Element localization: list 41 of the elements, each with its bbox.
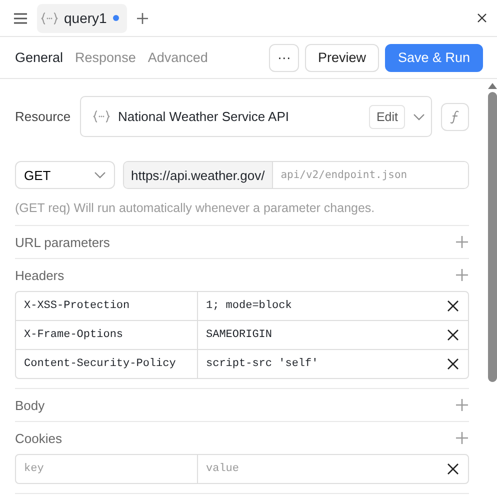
key-cell[interactable]: X-Frame-Options xyxy=(16,321,197,349)
section-tab[interactable]: General xyxy=(15,50,64,65)
remove-icon[interactable] xyxy=(446,462,460,476)
add-icon[interactable] xyxy=(455,235,469,249)
tab-label: query1 xyxy=(64,10,107,26)
chevron-icon xyxy=(94,171,106,179)
save-run-button[interactable]: Save & Run xyxy=(384,44,483,72)
scroll-up-icon[interactable] xyxy=(488,83,496,89)
function-icon xyxy=(450,110,460,124)
remove-icon[interactable] xyxy=(446,299,460,313)
key-cell[interactable]: Content-Security-Policy xyxy=(16,350,197,378)
section-title: Cookies xyxy=(15,430,62,446)
menu-icon[interactable] xyxy=(14,12,27,24)
value-cell[interactable]: SAMEORIGIN xyxy=(197,321,468,349)
chevron-icon xyxy=(413,112,425,120)
resource-select[interactable]: National Weather Service API Edit xyxy=(80,96,432,137)
edit-button[interactable]: Edit xyxy=(369,104,405,128)
section-title: URL parameters xyxy=(15,234,110,250)
close-icon[interactable] xyxy=(477,13,487,23)
more-button[interactable]: ··· xyxy=(269,44,299,72)
preview-button[interactable]: Preview xyxy=(304,44,379,72)
braces-icon xyxy=(41,12,58,24)
section-title: Headers xyxy=(15,268,64,282)
url-field[interactable]: https://api.weather.gov/ api/v2/endpoint.json xyxy=(123,161,469,189)
add-icon[interactable] xyxy=(455,268,469,282)
function-button[interactable] xyxy=(441,102,469,130)
braces-icon xyxy=(93,110,110,123)
hint-text: (GET req) Will run automatically whenever a parameter changes. xyxy=(15,201,376,215)
method-select[interactable]: GET xyxy=(15,161,115,189)
base-url: https://api.weather.gov/ xyxy=(124,162,273,188)
remove-icon[interactable] xyxy=(446,328,460,342)
add-icon[interactable] xyxy=(455,398,469,412)
remove-icon[interactable] xyxy=(446,357,460,371)
value-cell[interactable]: 1; mode=block xyxy=(197,292,468,320)
key-cell[interactable]: X-XSS-Protection xyxy=(16,292,197,320)
query-tab[interactable]: query1 xyxy=(37,4,127,32)
add-icon[interactable] xyxy=(455,431,469,445)
section-title: Body xyxy=(15,398,45,412)
plus-icon[interactable] xyxy=(136,12,148,24)
value-cell[interactable]: script-src 'self' xyxy=(197,350,468,378)
resource-label: Resource xyxy=(15,109,71,124)
